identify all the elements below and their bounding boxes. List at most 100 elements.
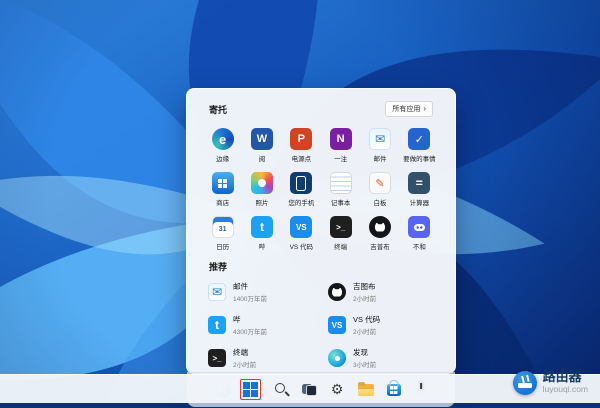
pinned-app-terminal[interactable]: 终端 bbox=[321, 212, 360, 253]
pinned-app-notepad[interactable]: 记事本 bbox=[321, 168, 360, 209]
github-icon bbox=[369, 216, 391, 238]
whiteboard-icon bbox=[369, 172, 391, 194]
pinned-app-label: 邮件 bbox=[373, 153, 386, 163]
vscode-icon bbox=[328, 316, 346, 334]
pinned-app-todo[interactable]: 要做的事情 bbox=[400, 124, 439, 165]
watermark-url: luyouqi.com bbox=[543, 385, 588, 395]
task-view-icon[interactable] bbox=[302, 382, 317, 397]
all-apps-label: 所有应用 bbox=[392, 104, 420, 114]
pinned-app-mail[interactable]: 邮件 bbox=[360, 124, 399, 165]
pinned-app-edge[interactable]: 边缘 bbox=[203, 124, 242, 165]
chevron-right-icon: › bbox=[423, 105, 426, 113]
pinned-apps-grid: 边缘 阅 电源点 一注 邮件 要做的事情 商店 照片 bbox=[203, 124, 439, 253]
terminal-icon bbox=[330, 216, 352, 238]
watermark-title: 路由器 bbox=[543, 370, 588, 385]
pinned-app-onenote[interactable]: 一注 bbox=[321, 124, 360, 165]
discover-icon bbox=[328, 349, 346, 367]
pinned-app-calculator[interactable]: 计算器 bbox=[400, 168, 439, 209]
annotation-highlight-box bbox=[240, 379, 261, 400]
recommended-item-time: 3小时前 bbox=[353, 359, 376, 369]
pinned-app-label: 一注 bbox=[334, 153, 347, 163]
router-logo-icon bbox=[513, 371, 537, 395]
recommended-grid: 邮件 1400万年前 吉图布 2小时前 哔 4300万年前 VS 代码 2小时前 bbox=[203, 278, 439, 372]
recommended-section-title: 推荐 bbox=[209, 260, 433, 273]
photos-icon bbox=[251, 172, 273, 194]
recommended-item-title: VS 代码 bbox=[353, 314, 380, 325]
recommended-item-twitter[interactable]: 哔 4300万年前 bbox=[203, 311, 319, 339]
recommended-item-time: 2小时前 bbox=[353, 326, 380, 336]
pinned-app-your-phone[interactable]: 您的手机 bbox=[282, 168, 321, 209]
edge-icon bbox=[212, 128, 234, 150]
pinned-app-label: VS 代码 bbox=[290, 241, 313, 251]
pinned-app-calendar[interactable]: 日历 bbox=[203, 212, 242, 253]
pinned-header-row: 寄托 所有应用 › bbox=[209, 101, 433, 117]
pinned-app-label: 照片 bbox=[255, 197, 268, 207]
word-icon bbox=[251, 128, 273, 150]
recommended-item-title: 发现 bbox=[353, 347, 376, 358]
pinned-app-label: 哔 bbox=[259, 241, 266, 251]
settings-gear-icon[interactable] bbox=[330, 382, 345, 397]
start-button-icon[interactable] bbox=[243, 382, 258, 397]
recommended-item-time: 1400万年前 bbox=[233, 293, 267, 303]
mail-icon bbox=[208, 283, 226, 301]
pinned-app-photos[interactable]: 照片 bbox=[242, 168, 281, 209]
file-explorer-icon[interactable] bbox=[358, 384, 374, 396]
notepad-icon bbox=[330, 172, 352, 194]
recommended-item-vscode[interactable]: VS 代码 2小时前 bbox=[323, 311, 439, 339]
recommended-item-terminal[interactable]: 终端 2小时前 bbox=[203, 344, 319, 372]
pinned-app-label: 您的手机 bbox=[288, 197, 314, 207]
vscode-icon bbox=[290, 216, 312, 238]
terminal-icon bbox=[208, 349, 226, 367]
onenote-icon bbox=[330, 128, 352, 150]
github-icon bbox=[328, 283, 346, 301]
search-icon[interactable] bbox=[274, 382, 289, 397]
mail-icon bbox=[369, 128, 391, 150]
discord-icon bbox=[408, 216, 430, 238]
taskbar-icon-group bbox=[240, 379, 401, 400]
recommended-item-mail[interactable]: 邮件 1400万年前 bbox=[203, 278, 319, 306]
pinned-app-label: 要做的事情 bbox=[403, 153, 436, 163]
recommended-item-time: 4300万年前 bbox=[233, 326, 267, 336]
pinned-app-discord[interactable]: 不和 bbox=[400, 212, 439, 253]
pinned-app-label: 终端 bbox=[334, 241, 347, 251]
pinned-app-label: 商店 bbox=[216, 197, 229, 207]
pinned-app-vscode[interactable]: VS 代码 bbox=[282, 212, 321, 253]
calendar-icon bbox=[212, 216, 234, 238]
twitter-icon bbox=[208, 316, 226, 334]
recommended-item-time: 2小时前 bbox=[233, 359, 256, 369]
todo-icon bbox=[408, 128, 430, 150]
recommended-item-github[interactable]: 吉图布 2小时前 bbox=[323, 278, 439, 306]
your-phone-icon bbox=[290, 172, 312, 194]
start-menu-panel: 寄托 所有应用 › 边缘 阅 电源点 一注 邮件 要做的事情 bbox=[186, 88, 456, 374]
pinned-app-label: 日历 bbox=[216, 241, 229, 251]
pinned-app-label: 电源点 bbox=[292, 153, 312, 163]
pinned-app-label: 阅 bbox=[259, 153, 266, 163]
pinned-app-label: 白板 bbox=[373, 197, 386, 207]
recommended-item-title: 哔 bbox=[233, 314, 267, 325]
recommended-item-title: 终端 bbox=[233, 347, 256, 358]
twitter-icon bbox=[251, 216, 273, 238]
pinned-app-whiteboard[interactable]: 白板 bbox=[360, 168, 399, 209]
pinned-app-label: 吉普布 bbox=[370, 241, 390, 251]
recommended-item-title: 吉图布 bbox=[353, 281, 376, 292]
pinned-app-store[interactable]: 商店 bbox=[203, 168, 242, 209]
pinned-app-label: 不和 bbox=[413, 241, 426, 251]
pinned-section-title: 寄托 bbox=[209, 103, 227, 116]
calculator-icon bbox=[408, 172, 430, 194]
recommended-item-time: 2小时前 bbox=[353, 293, 376, 303]
taskbar bbox=[0, 374, 600, 403]
pinned-app-label: 记事本 bbox=[331, 197, 351, 207]
pinned-app-label: 边缘 bbox=[216, 153, 229, 163]
all-apps-button[interactable]: 所有应用 › bbox=[385, 101, 433, 117]
pinned-app-label: 计算器 bbox=[410, 197, 430, 207]
pinned-app-word[interactable]: 阅 bbox=[242, 124, 281, 165]
store-icon bbox=[212, 172, 234, 194]
recommended-item-discover[interactable]: 发现 3小时前 bbox=[323, 344, 439, 372]
pinned-app-github[interactable]: 吉普布 bbox=[360, 212, 399, 253]
pinned-app-twitter[interactable]: 哔 bbox=[242, 212, 281, 253]
site-watermark: 路由器 luyouqi.com bbox=[513, 370, 588, 395]
powerpoint-icon bbox=[290, 128, 312, 150]
recommended-item-title: 邮件 bbox=[233, 281, 267, 292]
pinned-app-powerpoint[interactable]: 电源点 bbox=[282, 124, 321, 165]
microsoft-store-icon[interactable] bbox=[387, 384, 401, 396]
